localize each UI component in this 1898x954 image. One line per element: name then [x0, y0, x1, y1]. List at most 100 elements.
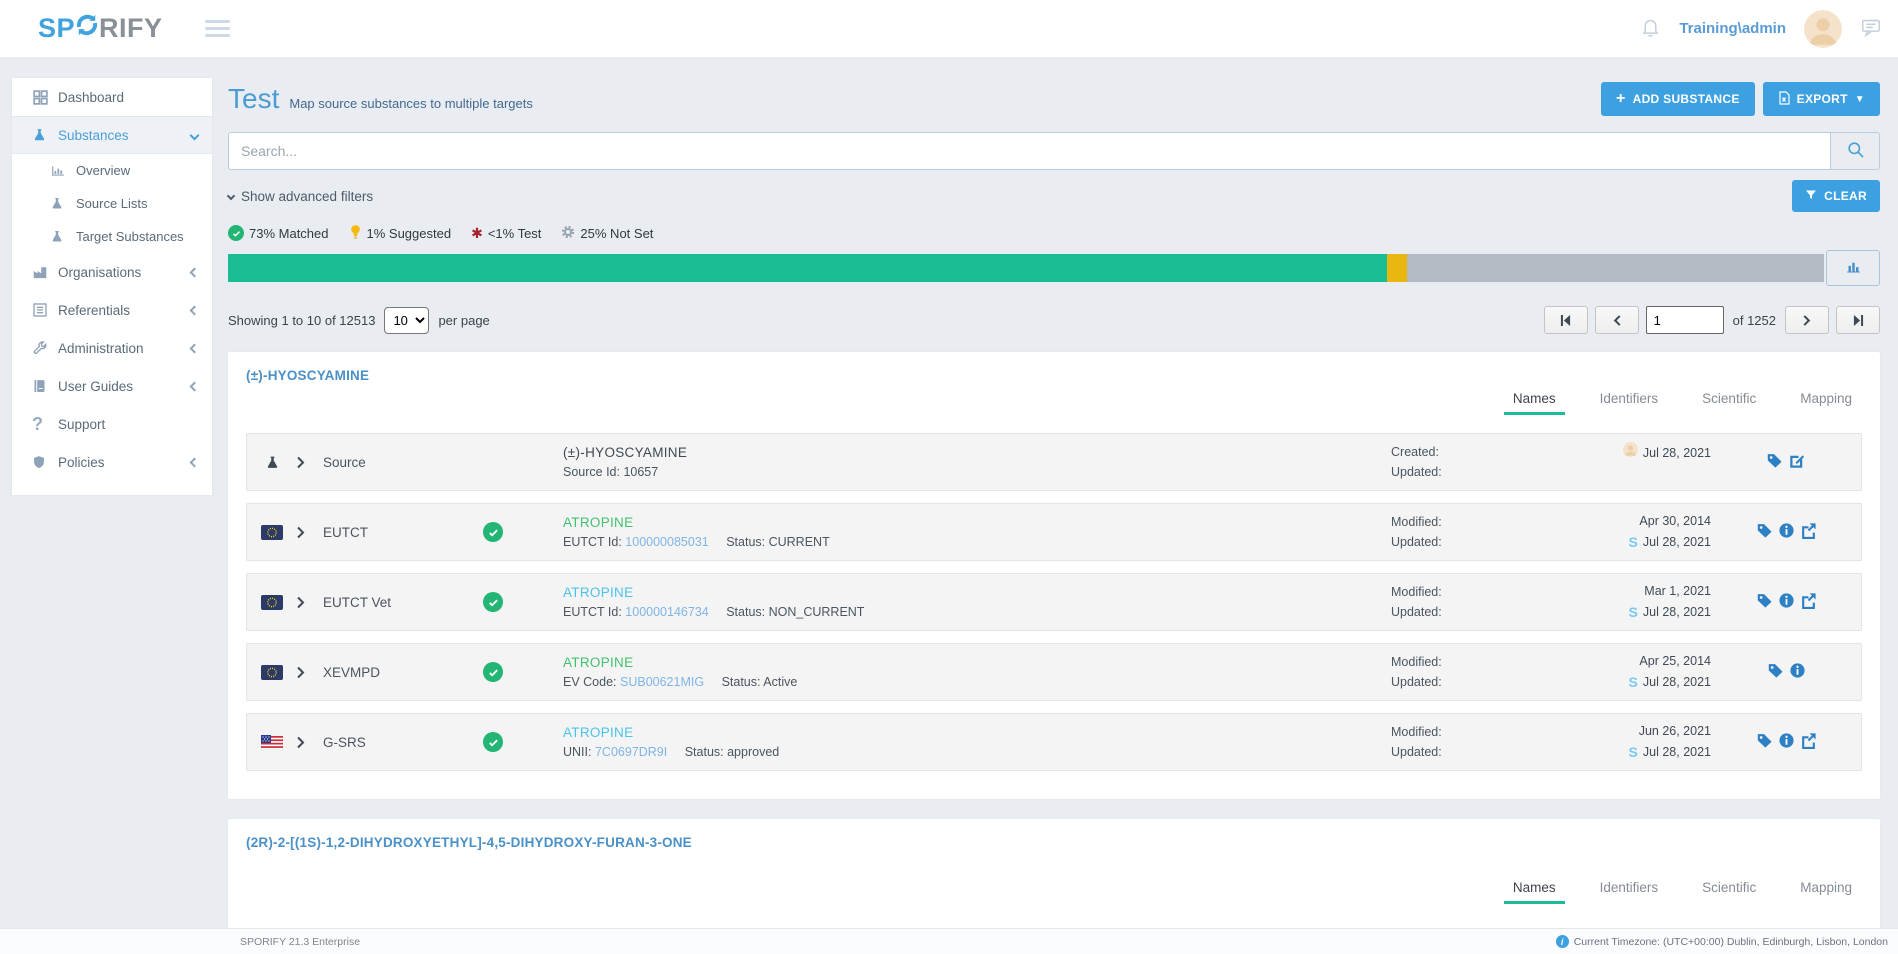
flask-icon	[50, 196, 76, 211]
substance-title[interactable]: (±)-HYOSCYAMINE	[246, 368, 1862, 383]
sidebar-item-label: User Guides	[58, 379, 133, 394]
s-logo-icon: S	[1629, 531, 1638, 553]
clear-filters-button[interactable]: CLEAR	[1792, 180, 1880, 212]
export-file-icon	[1778, 91, 1790, 108]
source-row[interactable]: Source (±)-HYOSCYAMINE Source Id: 10657 …	[246, 433, 1862, 491]
info-icon[interactable]	[1778, 732, 1795, 752]
flask-icon	[247, 454, 297, 471]
tab-scientific[interactable]: Scientific	[1702, 391, 1756, 415]
eutct-vet-row[interactable]: EUTCT Vet ATROPINE EUTCT Id: 10000014673…	[246, 573, 1862, 631]
info-icon[interactable]	[1789, 662, 1806, 682]
legend-matched: 73% Matched	[228, 225, 329, 241]
logo-text-rify: RIFY	[99, 13, 163, 44]
expand-chevron-icon[interactable]	[297, 666, 323, 679]
expand-chevron-icon[interactable]	[297, 736, 323, 749]
id-link[interactable]: SUB00621MIG	[620, 675, 704, 689]
info-icon[interactable]	[1778, 522, 1795, 542]
expand-chevron-icon[interactable]	[297, 526, 323, 539]
chat-icon[interactable]	[1860, 16, 1882, 41]
search-input[interactable]	[228, 132, 1830, 170]
sidebar-item-user-guides[interactable]: User Guides	[12, 367, 212, 405]
sidebar-item-target-substances[interactable]: Target Substances	[12, 220, 212, 253]
sidebar-item-dashboard[interactable]: Dashboard	[12, 78, 212, 116]
next-page-button[interactable]	[1785, 306, 1829, 334]
sidebar-item-overview[interactable]: Overview	[12, 154, 212, 187]
statistics-chart-button[interactable]	[1826, 250, 1880, 286]
eutct-row[interactable]: EUTCT ATROPINE EUTCT Id: 100000085031 St…	[246, 503, 1862, 561]
previous-page-button[interactable]	[1595, 306, 1639, 334]
meta-label: Created:	[1391, 442, 1531, 462]
per-page-select[interactable]: 10	[384, 307, 429, 334]
page-subtitle: Map source substances to multiple target…	[289, 88, 533, 111]
tag-icon[interactable]	[1756, 592, 1773, 612]
tab-mapping[interactable]: Mapping	[1800, 880, 1852, 904]
export-button[interactable]: EXPORT ▼	[1763, 82, 1880, 116]
username[interactable]: Training\admin	[1679, 20, 1786, 37]
showing-label: Showing 1 to 10 of 12513	[228, 313, 375, 328]
expand-chevron-icon[interactable]	[297, 456, 323, 469]
legend-test: ✱ <1% Test	[471, 225, 541, 242]
shield-icon	[32, 454, 58, 470]
sidebar-item-substances[interactable]: Substances	[12, 116, 212, 154]
tab-scientific[interactable]: Scientific	[1702, 880, 1756, 904]
id-link[interactable]: 100000085031	[625, 535, 708, 549]
substance-name: ATROPINE	[563, 655, 1391, 670]
add-substance-button[interactable]: + ADD SUBSTANCE	[1601, 82, 1755, 116]
source-id: Source Id: 10657	[563, 465, 658, 479]
gear-icon	[561, 225, 575, 242]
edit-icon[interactable]	[1788, 452, 1806, 473]
substance-tabs: Names Identifiers Scientific Mapping	[246, 880, 1852, 904]
hamburger-menu-icon[interactable]	[205, 20, 230, 37]
id-link[interactable]: 100000146734	[625, 605, 708, 619]
substance-title[interactable]: (2R)-2-[(1S)-1,2-DIHYDROXYETHYL]-4,5-DIH…	[246, 835, 1862, 850]
external-link-icon[interactable]	[1800, 522, 1817, 542]
substance-name: (±)-HYOSCYAMINE	[563, 445, 1391, 460]
info-icon[interactable]	[1778, 592, 1795, 612]
s-logo-icon: S	[1629, 741, 1638, 763]
progress-suggested-segment	[1387, 254, 1408, 282]
source-name: EUTCT Vet	[323, 595, 483, 610]
dashboard-grid-icon	[32, 89, 58, 106]
date-value: Jul 28, 2021	[1643, 672, 1711, 692]
bell-icon[interactable]	[1640, 16, 1661, 42]
sidebar-item-organisations[interactable]: Organisations	[12, 253, 212, 291]
user-avatar[interactable]	[1804, 10, 1842, 48]
plus-icon: +	[1616, 90, 1626, 108]
external-link-icon[interactable]	[1800, 592, 1817, 612]
search-button[interactable]	[1830, 132, 1880, 170]
show-advanced-filters-toggle[interactable]: Show advanced filters	[228, 189, 373, 204]
tag-icon[interactable]	[1766, 452, 1783, 472]
match-progress-bar	[228, 254, 1824, 282]
status-text: Status: Active	[722, 675, 798, 689]
sidebar-item-label: Support	[58, 417, 105, 432]
tag-icon[interactable]	[1767, 662, 1784, 682]
sidebar-item-policies[interactable]: Policies	[12, 443, 212, 481]
page-number-input[interactable]	[1646, 306, 1724, 334]
sidebar-item-administration[interactable]: Administration	[12, 329, 212, 367]
chevron-left-icon	[190, 381, 200, 391]
sidebar-item-referentials[interactable]: Referentials	[12, 291, 212, 329]
gsrs-row[interactable]: G-SRS ATROPINE UNII: 7C0697DR9I Status: …	[246, 713, 1862, 771]
tab-mapping[interactable]: Mapping	[1800, 391, 1852, 415]
external-link-icon[interactable]	[1800, 732, 1817, 752]
tag-icon[interactable]	[1756, 522, 1773, 542]
sidebar-item-label: Organisations	[58, 265, 141, 280]
tag-icon[interactable]	[1756, 732, 1773, 752]
substance-name: ATROPINE	[563, 725, 1391, 740]
app-logo[interactable]: SP RIFY	[38, 12, 163, 45]
chevron-left-icon	[190, 267, 200, 277]
per-page-label: per page	[438, 313, 489, 328]
tab-names[interactable]: Names	[1513, 880, 1556, 904]
tab-names[interactable]: Names	[1513, 391, 1556, 415]
expand-chevron-icon[interactable]	[297, 596, 323, 609]
id-link[interactable]: 7C0697DR9I	[595, 745, 667, 759]
xevmpd-row[interactable]: XEVMPD ATROPINE EV Code: SUB00621MIG Sta…	[246, 643, 1862, 701]
sidebar-item-support[interactable]: ? Support	[12, 405, 212, 443]
last-page-button[interactable]	[1836, 306, 1880, 334]
tab-identifiers[interactable]: Identifiers	[1600, 880, 1659, 904]
first-page-button[interactable]	[1544, 306, 1588, 334]
tab-identifiers[interactable]: Identifiers	[1600, 391, 1659, 415]
sidebar-item-source-lists[interactable]: Source Lists	[12, 187, 212, 220]
search-icon	[1846, 140, 1865, 162]
app-version-label: SPORIFY 21.3 Enterprise	[240, 936, 360, 948]
